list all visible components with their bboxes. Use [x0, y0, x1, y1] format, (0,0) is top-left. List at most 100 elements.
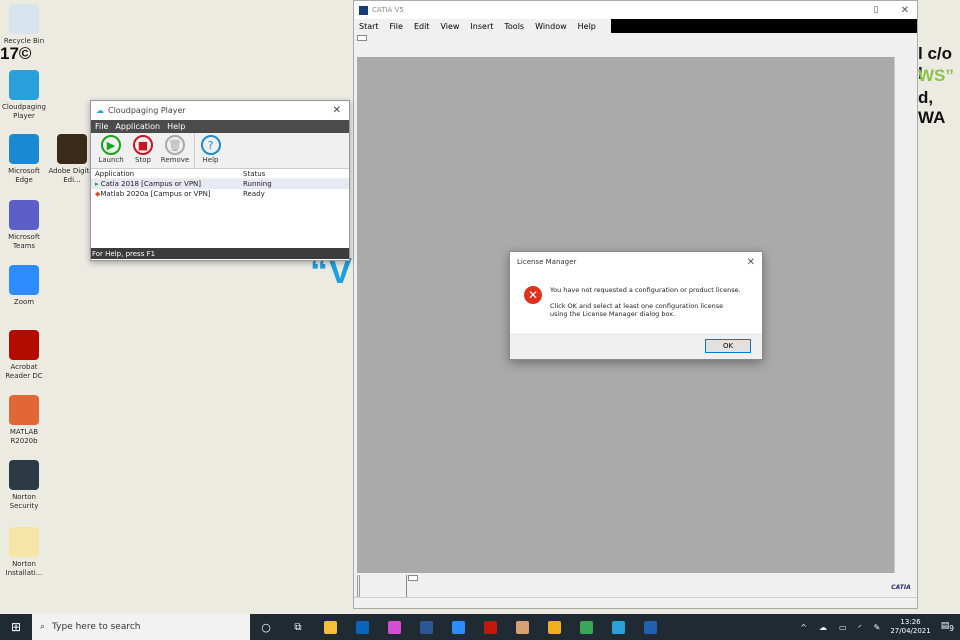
desktop-icon[interactable]: Adobe Digital Edi... — [48, 134, 96, 185]
menu-view[interactable]: View — [440, 22, 459, 31]
license-manager-dialog: License Manager ✕ ✕ You have not request… — [509, 251, 763, 360]
desktop-icon-label: Norton Security — [9, 493, 39, 510]
background-text: 17© — [0, 44, 32, 63]
window-title: CATIA V5 — [372, 6, 404, 14]
close-button[interactable]: ✕ — [333, 105, 341, 116]
file-explorer-icon — [323, 620, 337, 634]
desktop-icon-label: Microsoft Edge — [8, 167, 40, 184]
menu-help[interactable]: Help — [578, 22, 596, 31]
close-button[interactable]: ✕ — [901, 5, 909, 16]
menu-help[interactable]: Help — [167, 122, 185, 131]
desktop-icon-label: Norton Installati... — [5, 560, 43, 577]
outlook-icon — [355, 620, 369, 634]
desktop-icon[interactable]: Microsoft Edge — [0, 134, 48, 185]
app-status: Ready — [243, 190, 265, 198]
taskbar-app[interactable] — [538, 614, 570, 640]
desktop-icon[interactable]: Cloudpaging Player — [0, 70, 48, 121]
desktop-icon[interactable]: Recycle Bin — [0, 4, 48, 46]
start-button[interactable]: ⊞ — [0, 614, 32, 640]
desktop-icon[interactable]: Norton Security — [0, 460, 48, 511]
remove-button[interactable]: 🗑 Remove — [159, 133, 191, 168]
zoom-icon — [451, 620, 465, 634]
desktop-icon[interactable]: Zoom — [0, 265, 48, 307]
cloudpaging-window: ☁ Cloudpaging Player ✕ File Application He… — [90, 100, 350, 261]
list-item[interactable]: ◆Matlab 2020a [Campus or VPN] Ready — [91, 189, 349, 199]
desktop-icon[interactable]: Microsoft Teams — [0, 200, 48, 251]
toolbar-handle[interactable] — [408, 575, 418, 581]
matlab-icon — [9, 395, 39, 425]
list-item[interactable]: ▸ Catia 2018 [Campus or VPN] Running — [91, 179, 349, 189]
app-name: Catia 2018 [Campus or VPN] — [100, 180, 202, 188]
app-name: Matlab 2020a [Campus or VPN] — [100, 190, 211, 198]
search-box[interactable]: ⌕ Type here to search — [32, 614, 250, 640]
desktop-icon-label: Acrobat Reader DC — [5, 363, 43, 380]
recycle-bin-icon — [9, 4, 39, 34]
taskbar-app[interactable] — [346, 614, 378, 640]
search-placeholder: Type here to search — [52, 622, 141, 632]
column-header-application[interactable]: Application — [91, 170, 243, 178]
menu-edit[interactable]: Edit — [414, 22, 430, 31]
chrome-icon — [579, 620, 593, 634]
cloudpaging-icon: ☁ — [96, 106, 104, 115]
desktop-icon-label: Microsoft Teams — [8, 233, 40, 250]
desktop-icon[interactable]: Norton Installati... — [0, 527, 48, 578]
dialog-message: You have not requested a configuration o… — [550, 286, 741, 294]
catia-icon — [643, 620, 657, 634]
menu-bar: Start File Edit View Insert Tools Window Help — [354, 19, 917, 33]
launch-button[interactable]: ▶ Launch — [95, 133, 127, 168]
stop-button[interactable]: ■ Stop — [127, 133, 159, 168]
error-icon: ✕ — [524, 286, 542, 304]
catia-logo: CATIA — [891, 584, 911, 591]
menu-bar-fill — [611, 19, 917, 33]
edge-icon — [9, 134, 39, 164]
button-label: Remove — [160, 156, 190, 164]
taskbar-app[interactable] — [570, 614, 602, 640]
window-title: Cloudpaging Player — [108, 106, 186, 115]
date: 27/04/2021 — [890, 627, 931, 635]
desktop-icon[interactable]: Acrobat Reader DC — [0, 330, 48, 381]
close-button[interactable]: ✕ — [747, 257, 755, 268]
taskbar-app[interactable] — [506, 614, 538, 640]
remove-icon: 🗑 — [165, 135, 185, 155]
cortana-button[interactable]: ○ — [250, 614, 282, 640]
pen-icon[interactable]: ✎ — [874, 623, 881, 632]
app-status: Running — [243, 180, 272, 188]
column-header-status[interactable]: Status — [243, 170, 265, 178]
clock[interactable]: 13:26 27/04/2021 — [890, 618, 930, 636]
menu-application[interactable]: Application — [115, 122, 160, 131]
notification-count: 9 — [949, 623, 954, 633]
photos-icon — [515, 620, 529, 634]
help-button[interactable]: ? Help — [194, 133, 226, 168]
desktop-icon-label: Adobe Digital Edi... — [48, 167, 96, 184]
toolbar-handle[interactable] — [357, 35, 367, 41]
wifi-icon[interactable]: ◜ — [859, 623, 862, 632]
ok-button[interactable]: OK — [705, 339, 751, 353]
taskbar-app[interactable] — [378, 614, 410, 640]
notifications-button[interactable]: ▤9 — [941, 621, 954, 633]
running-icon: ▸ — [95, 180, 99, 188]
onedrive-icon[interactable]: ☁ — [819, 623, 827, 632]
zoom-icon — [9, 265, 39, 295]
desktop-icon[interactable]: MATLAB R2020b — [0, 395, 48, 446]
menu-insert[interactable]: Insert — [470, 22, 493, 31]
menu-tools[interactable]: Tools — [504, 22, 524, 31]
maximize-button[interactable]: ▯ — [874, 5, 879, 15]
taskbar-app[interactable] — [634, 614, 666, 640]
task-view-button[interactable]: ⧉ — [282, 614, 314, 640]
menu-window[interactable]: Window — [535, 22, 567, 31]
tray-chevron-icon[interactable]: ^ — [800, 623, 807, 632]
acrobat-icon — [483, 620, 497, 634]
taskbar-app[interactable] — [314, 614, 346, 640]
taskbar-app[interactable] — [602, 614, 634, 640]
taskbar-app[interactable] — [442, 614, 474, 640]
menu-file[interactable]: File — [390, 22, 403, 31]
button-label: Launch — [98, 156, 124, 164]
menu-start[interactable]: Start — [359, 22, 379, 31]
title-bar: ☁ Cloudpaging Player ✕ — [91, 101, 349, 120]
taskbar: ⊞ ⌕ Type here to search ○ ⧉ ^ ☁ ▭ ◜ ✎ 13… — [0, 614, 960, 640]
bottom-toolbar-area — [357, 575, 892, 597]
battery-icon[interactable]: ▭ — [839, 623, 847, 632]
taskbar-app[interactable] — [474, 614, 506, 640]
menu-file[interactable]: File — [95, 122, 108, 131]
taskbar-app[interactable] — [410, 614, 442, 640]
